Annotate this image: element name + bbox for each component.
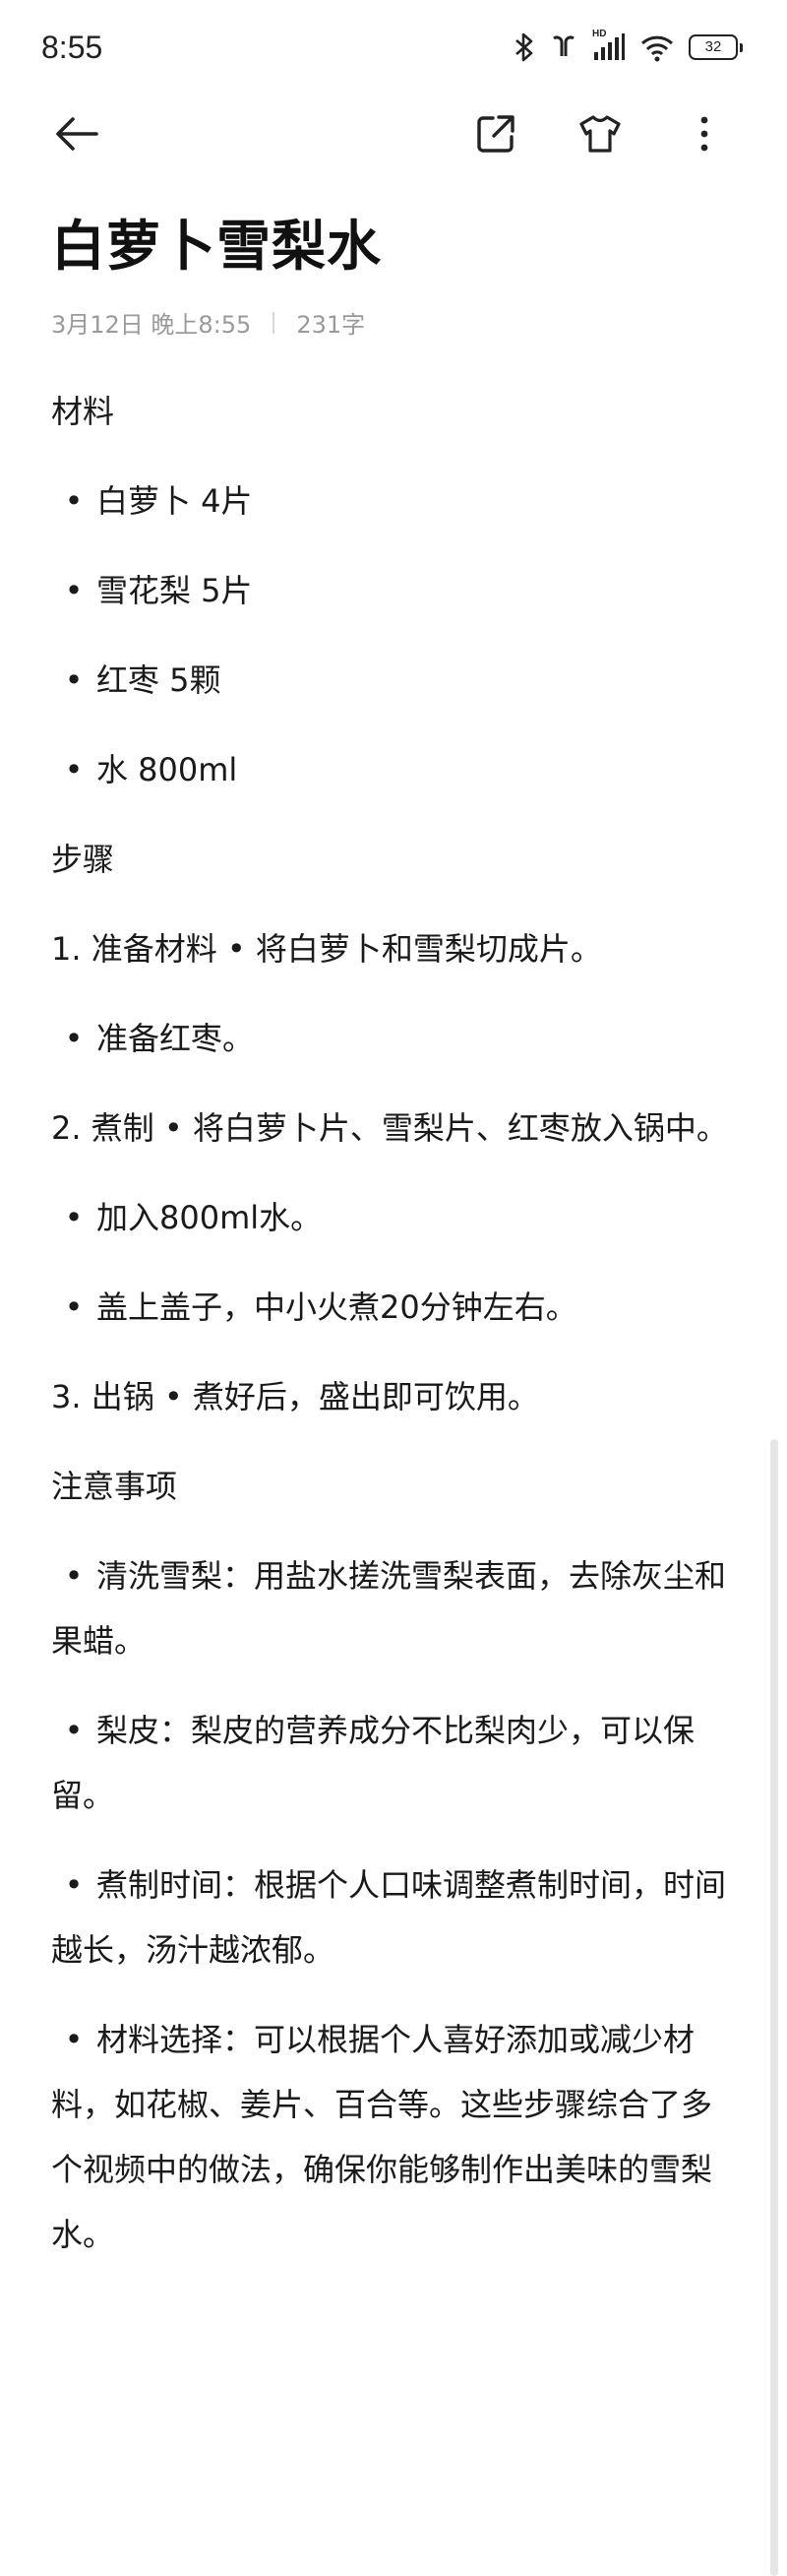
note-body[interactable]: 材料 • 白萝卜 4片 • 雪花梨 5片 • 红枣 5颗 • 水 800ml 步骤 1.… <box>51 379 730 2267</box>
hd-label: HD <box>592 29 607 39</box>
battery-icon: 32 <box>689 34 743 60</box>
wifi-icon <box>639 32 675 62</box>
list-item: • 材料选择：可以根据个人喜好添加或减少材料，如花椒、姜片、百合等。这些步骤综合了… <box>51 2007 730 2267</box>
bullet-icon: • <box>64 1866 84 1904</box>
bullet-icon: • <box>64 1199 84 1236</box>
step-item: 2. 煮制 • 将白萝卜片、雪梨片、红枣放入锅中。 <box>51 1109 728 1147</box>
more-button[interactable] <box>679 108 730 159</box>
section-heading-materials: 材料 <box>51 393 115 430</box>
bullet-icon: • <box>64 661 84 699</box>
note-date: 3月12日 晚上8:55 <box>51 311 252 339</box>
earbuds-icon <box>549 32 578 62</box>
note-title[interactable]: 白萝卜雪梨水 <box>51 202 382 281</box>
list-item: • 清洗雪梨：用盐水搓洗雪梨表面，去除灰尘和果蜡。 <box>51 1543 730 1673</box>
list-item: • 红枣 5颗 <box>51 648 730 713</box>
note-char-count: 231字 <box>296 311 366 339</box>
status-time: 8:55 <box>41 30 103 65</box>
list-item: • 煮制时间：根据个人口味调整煮制时间，时间越长，汤汁越浓郁。 <box>51 1853 730 1982</box>
arrow-left-icon <box>56 117 98 151</box>
bullet-icon: • <box>64 2021 84 2058</box>
share-icon <box>477 115 515 153</box>
bullet-icon: • <box>64 751 84 788</box>
list-item: • 水 800ml <box>51 737 730 802</box>
bullet-icon: • <box>64 1288 84 1326</box>
bluetooth-icon <box>514 32 535 62</box>
bullet-icon: • <box>64 1020 84 1057</box>
more-vertical-icon <box>700 116 708 152</box>
scrollbar[interactable] <box>770 1439 778 2576</box>
bullet-icon: • <box>64 1712 84 1749</box>
bullet-icon: • <box>64 482 84 520</box>
meta-divider <box>272 311 275 334</box>
step-item: 3. 出锅 • 煮好后，盛出即可饮用。 <box>51 1378 539 1415</box>
list-item: • 梨皮：梨皮的营养成分不比梨肉少，可以保留。 <box>51 1698 730 1828</box>
share-button[interactable] <box>470 108 521 159</box>
note-toolbar <box>0 94 787 172</box>
step-item: 1. 准备材料 • 将白萝卜和雪梨切成片。 <box>51 930 602 968</box>
list-item: • 白萝卜 4片 <box>51 469 730 534</box>
list-item: • 盖上盖子，中小火煮20分钟左右。 <box>51 1275 730 1340</box>
section-heading-steps: 步骤 <box>51 841 115 878</box>
t-shirt-icon <box>579 115 621 153</box>
cellular-signal-icon: HD <box>592 29 626 62</box>
theme-button[interactable] <box>575 108 626 159</box>
section-heading-notes: 注意事项 <box>51 1468 178 1505</box>
list-item: • 雪花梨 5片 <box>51 558 730 623</box>
back-button[interactable] <box>51 108 102 159</box>
list-item: • 加入800ml水。 <box>51 1185 730 1250</box>
bullet-icon: • <box>64 1557 84 1595</box>
note-meta: 3月12日 晚上8:55 231字 <box>51 305 365 340</box>
list-item: • 准备红枣。 <box>51 1006 730 1071</box>
bullet-icon: • <box>64 572 84 609</box>
status-icons: HD 32 <box>514 29 743 65</box>
status-bar: 8:55 HD 32 <box>0 0 787 94</box>
